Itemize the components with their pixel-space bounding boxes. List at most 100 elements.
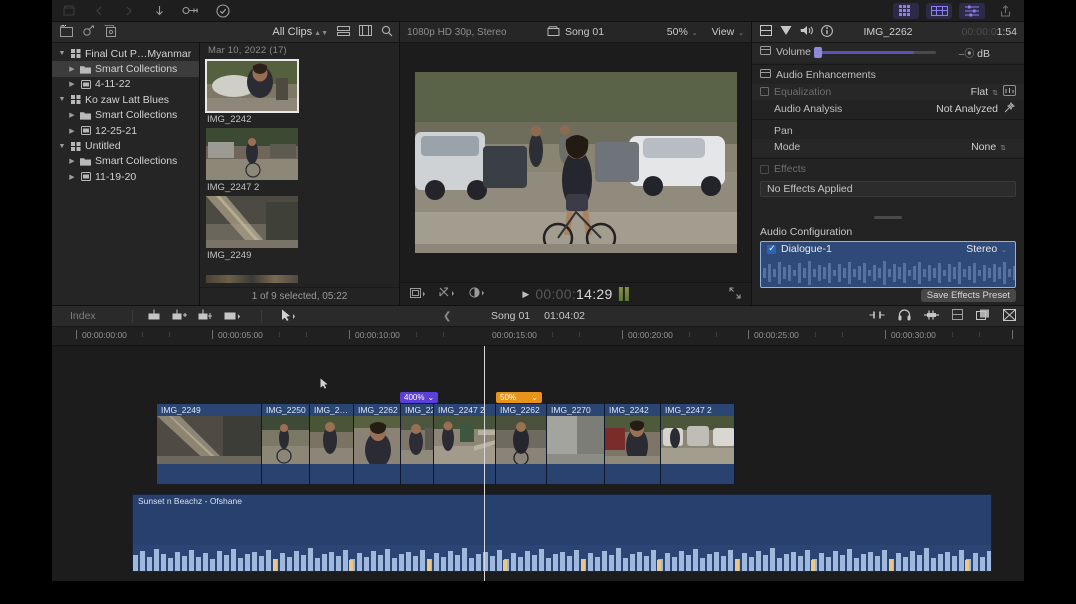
effects-toggle-button[interactable]	[926, 2, 952, 19]
disclosure-triangle-icon[interactable]: ▶	[68, 80, 76, 88]
filmstrip-view-icon[interactable]	[359, 25, 372, 39]
sidebar-item-smart-collections-2[interactable]: ▶ Smart Collections	[52, 154, 199, 169]
new-event-icon[interactable]	[104, 24, 116, 40]
dialogue-channel-dropdown[interactable]: Stereo ⌄	[966, 243, 1007, 255]
info-inspector-icon[interactable]	[821, 24, 833, 40]
audio-enhancements-row[interactable]: Audio Enhancements	[752, 67, 1024, 84]
snapping-icon[interactable]	[869, 310, 885, 323]
import-media-icon[interactable]	[56, 3, 82, 19]
browser-clip-item[interactable]: IMG_2242	[205, 59, 299, 125]
sidebar-item-library-1[interactable]: ▼ Ko zaw Latt Blues	[52, 92, 199, 107]
clip-thumbnail[interactable]	[206, 128, 298, 180]
video-inspector-icon[interactable]	[760, 24, 772, 40]
dialogue-row[interactable]: Dialogue-1 Stereo ⌄	[761, 242, 1015, 256]
browser-clip-item[interactable]: IMG_2249	[206, 196, 298, 261]
audio-meters-icon[interactable]	[924, 310, 939, 323]
disclosure-triangle-icon[interactable]: ▶	[68, 173, 76, 181]
libraries-sidebar[interactable]: ▼ Final Cut P…Myanmar ▶ Smart Collection…	[52, 43, 200, 305]
index-icon[interactable]	[952, 309, 963, 323]
equalization-value[interactable]: Flat ⇅	[971, 86, 998, 98]
timeline-music-clip[interactable]: Sunset n Beachz - Ofshane	[132, 494, 992, 572]
clips-filter-dropdown[interactable]: All Clips ▲▼	[272, 26, 328, 38]
color-correction-icon[interactable]	[469, 287, 486, 301]
clip-thumbnail[interactable]	[205, 59, 299, 113]
sidebar-item-library-0[interactable]: ▼ Final Cut P…Myanmar	[52, 46, 199, 61]
timeline-ruler[interactable]: 00:00:00:00 00:00:05:00 00:00:10:00 00:0…	[52, 327, 1024, 346]
overwrite-clip-icon[interactable]	[224, 309, 242, 324]
clip-thumbnail[interactable]	[206, 196, 298, 248]
crop-tool-icon[interactable]	[410, 287, 426, 301]
timeline-clip[interactable]: IMG_2247 2	[434, 404, 496, 484]
sidebar-item-event-4-11-22[interactable]: ▶ 4-11-22	[52, 77, 199, 92]
transform-tool-icon[interactable]	[439, 287, 456, 301]
timeline-clip-strip[interactable]: IMG_2249 IMG_2250 IMG_2… IMG_2262 IMG_2 …	[157, 404, 735, 484]
pan-row[interactable]: Pan	[752, 122, 1024, 139]
disclosure-triangle-icon[interactable]: ▶	[68, 157, 76, 165]
timeline-clip[interactable]: IMG_2270	[547, 404, 605, 484]
forward-icon[interactable]	[116, 3, 142, 19]
timeline-clip[interactable]: IMG_2250	[262, 404, 310, 484]
audio-configuration-dialogue-box[interactable]: Dialogue-1 Stereo ⌄	[760, 241, 1016, 289]
share-button[interactable]	[992, 3, 1018, 19]
retime-badge-chevron-icon[interactable]: ⌄	[427, 393, 434, 402]
disclosure-triangle-icon[interactable]: ▶	[68, 127, 76, 135]
retime-badge-chevron-icon[interactable]: ⌄	[531, 393, 538, 402]
timeline-clip[interactable]: IMG_2262	[354, 404, 401, 484]
sidebar-item-smart-collections-1[interactable]: ▶ Smart Collections	[52, 108, 199, 123]
audio-analysis-row[interactable]: Audio Analysis Not Analyzed	[752, 100, 1024, 117]
mode-row[interactable]: Mode None ⇅	[752, 139, 1024, 156]
dialogue-checkbox[interactable]	[767, 243, 776, 254]
retime-badge-slow[interactable]: 50% ⌄	[496, 392, 542, 403]
timeline-playhead[interactable]	[484, 346, 485, 581]
clip-browser[interactable]: Mar 10, 2022 (17) IMG_2242 IMG_2247 2 IM…	[200, 43, 399, 305]
timeline-index-button[interactable]: Index	[52, 310, 124, 322]
sidebar-item-smart-collections-0[interactable]: ▶ Smart Collections	[52, 61, 199, 77]
volume-row[interactable]: Volume –⦿ dB	[752, 43, 1024, 62]
retime-badge-fast[interactable]: 400% ⌄	[400, 392, 438, 403]
disclosure-triangle-icon[interactable]: ▶	[68, 111, 76, 119]
save-effects-preset-button[interactable]: Save Effects Preset	[920, 289, 1016, 302]
equalization-editor-button[interactable]	[1003, 84, 1016, 99]
effects-checkbox[interactable]	[760, 164, 769, 174]
audio-monitor-icon[interactable]	[898, 308, 911, 324]
volume-slider[interactable]	[814, 46, 936, 58]
volume-slider-knob[interactable]	[814, 46, 822, 58]
timeline-body[interactable]: IMG_2249 IMG_2250 IMG_2… IMG_2262 IMG_2 …	[52, 346, 1024, 581]
expand-icon[interactable]	[729, 286, 741, 302]
audio-analysis-magic-icon[interactable]	[1004, 101, 1016, 116]
sidebar-item-event-12-25-21[interactable]: ▶ 12-25-21	[52, 123, 199, 138]
equalization-checkbox[interactable]	[760, 87, 769, 97]
browser-toggle-button[interactable]	[893, 2, 919, 19]
connect-clip-icon[interactable]	[147, 309, 161, 324]
append-clip-icon[interactable]	[198, 309, 213, 324]
inspector-resize-grip[interactable]	[752, 214, 1024, 222]
list-view-icon[interactable]	[337, 25, 350, 39]
effects-row[interactable]: Effects	[752, 161, 1024, 178]
timeline-clip[interactable]: IMG_2247 2	[661, 404, 735, 484]
timeline-clip[interactable]: IMG_2242	[605, 404, 661, 484]
clip-appearance-icon[interactable]	[976, 309, 990, 324]
sidebar-item-event-11-19-20[interactable]: ▶ 11-19-20	[52, 169, 199, 184]
volume-checkbox-icon[interactable]	[760, 46, 771, 58]
timeline-clip[interactable]: IMG_2249	[157, 404, 262, 484]
mode-value[interactable]: None ⇅	[971, 141, 1006, 153]
download-icon[interactable]	[146, 3, 172, 19]
timeline-history-back[interactable]: ❮	[443, 311, 451, 322]
sync-icon[interactable]	[82, 25, 95, 40]
disclosure-triangle-icon[interactable]: ▼	[58, 50, 66, 57]
color-inspector-icon[interactable]	[780, 25, 792, 40]
timeline-clip[interactable]: IMG_2…	[310, 404, 354, 484]
clip-filmstrip-partial[interactable]	[206, 275, 298, 283]
equalization-row[interactable]: Equalization Flat ⇅	[752, 83, 1024, 101]
viewer-view-menu[interactable]: View ⌄	[712, 26, 744, 38]
search-icon[interactable]	[381, 25, 393, 40]
play-icon[interactable]: ▶	[522, 289, 529, 300]
keyframe-icon[interactable]	[176, 3, 206, 19]
insert-clip-icon[interactable]	[172, 309, 187, 324]
disclosure-triangle-icon[interactable]: ▶	[68, 65, 76, 73]
timeline-settings-icon[interactable]	[1003, 308, 1016, 324]
inspector-toggle-button[interactable]	[959, 2, 985, 19]
new-library-icon[interactable]	[60, 24, 73, 40]
viewer-video-frame[interactable]	[414, 72, 737, 253]
viewer-timecode[interactable]: 00:00:14:29	[535, 286, 612, 302]
